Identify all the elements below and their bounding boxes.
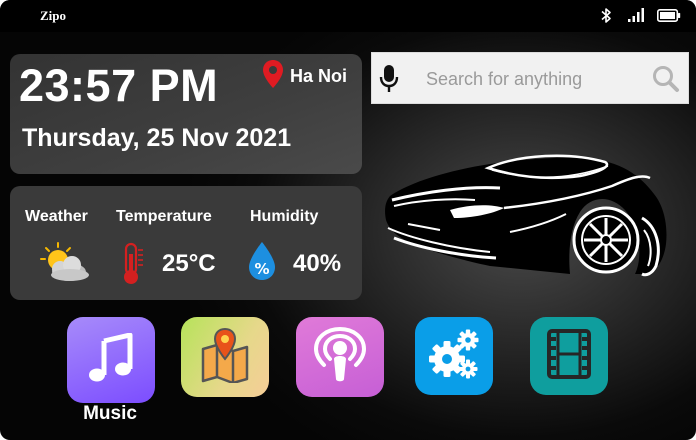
thermometer-icon <box>120 242 146 291</box>
settings-app-button[interactable] <box>415 317 493 395</box>
partly-cloudy-icon <box>34 240 92 289</box>
podcast-icon <box>313 326 367 388</box>
music-app-button[interactable] <box>67 317 155 403</box>
gears-icon <box>427 327 481 386</box>
clock-panel: 23:57 PM Thursday, 25 Nov 2021 Ha Noi <box>10 54 362 174</box>
humidity-label: Humidity <box>250 208 319 225</box>
podcasts-app-button[interactable] <box>296 317 384 397</box>
bluetooth-icon <box>600 7 612 29</box>
clock-date: Thursday, 25 Nov 2021 <box>22 124 292 152</box>
maps-app-button[interactable] <box>181 317 269 397</box>
search-icon[interactable] <box>652 65 680 98</box>
app-title: Zipo <box>40 8 67 23</box>
weather-label: Weather <box>25 208 88 225</box>
location-label: Ha Noi <box>290 65 348 86</box>
music-note-icon <box>88 332 134 388</box>
video-app-button[interactable] <box>530 317 608 395</box>
battery-icon <box>657 9 681 27</box>
clock-time: 23:57 PM <box>19 60 219 111</box>
humidity-value: 40% <box>293 250 342 277</box>
map-icon <box>199 327 251 388</box>
signal-icon <box>627 7 645 28</box>
search-input[interactable] <box>426 63 641 95</box>
weather-panel: Weather Temperature Humidity 25°C % 40% <box>10 186 362 300</box>
music-app-label: Music <box>83 403 137 424</box>
search-bar <box>371 52 689 104</box>
status-bar: Zipo <box>0 0 696 32</box>
car-illustration <box>380 148 670 285</box>
map-pin-icon <box>262 59 284 94</box>
water-drop-icon: % <box>247 240 277 287</box>
film-icon <box>545 328 593 384</box>
car-dashboard-screen: Zipo 23:57 PM Thursday, 25 Nov 2021 Ha N… <box>0 0 696 440</box>
microphone-icon[interactable] <box>379 64 399 99</box>
svg-text:%: % <box>254 260 269 278</box>
location[interactable]: Ha Noi <box>262 59 348 94</box>
temperature-value: 25°C <box>162 250 216 277</box>
temperature-label: Temperature <box>116 208 212 225</box>
